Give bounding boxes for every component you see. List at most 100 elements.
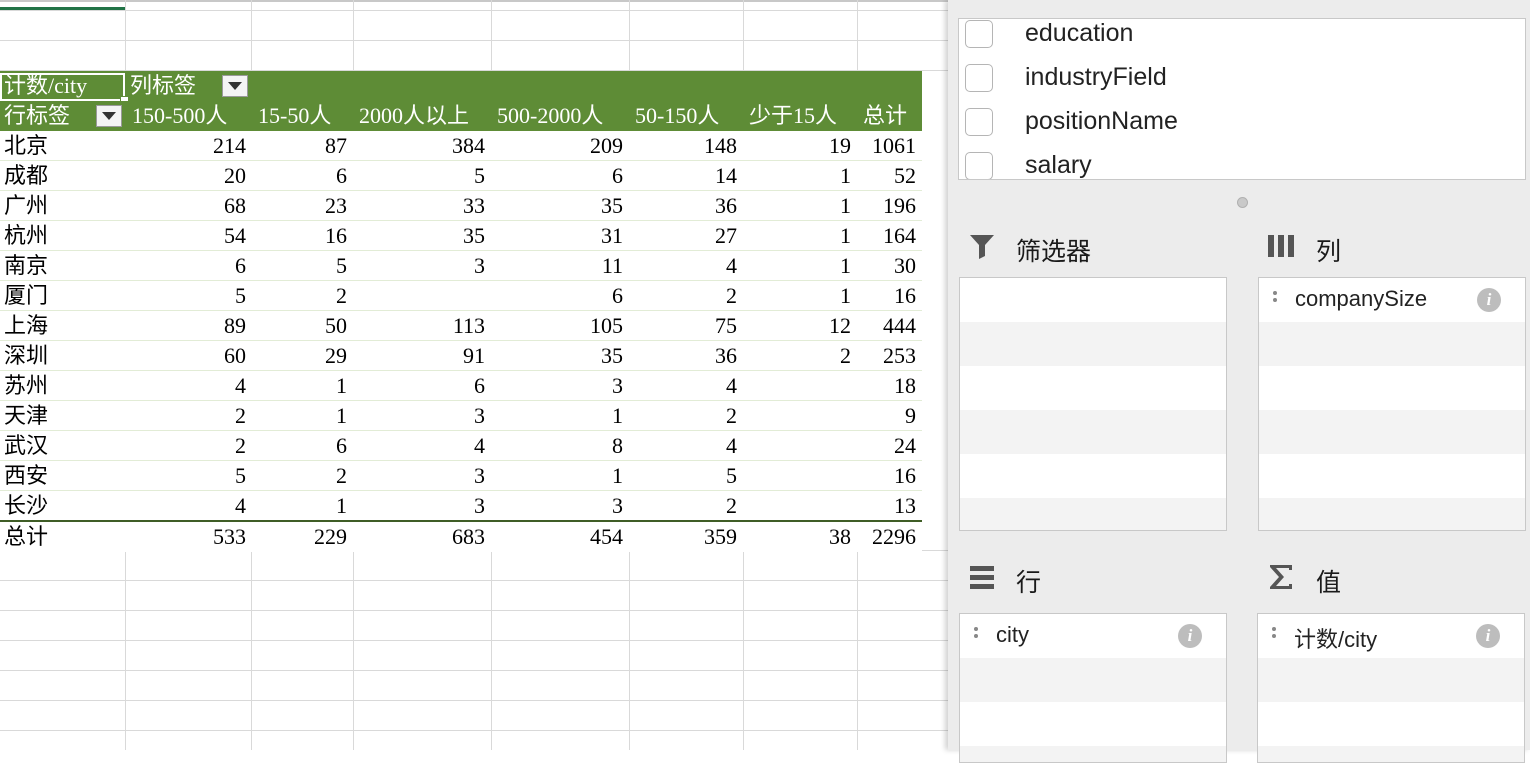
column-labels-filter-button[interactable]	[222, 75, 248, 97]
value-cell[interactable]: 29	[252, 341, 353, 371]
field-item-salary[interactable]: salary	[959, 143, 1525, 179]
row-label[interactable]: 天津	[0, 401, 126, 431]
value-cell[interactable]: 27	[629, 221, 743, 251]
row-label[interactable]: 杭州	[0, 221, 126, 251]
table-row[interactable]: 北京 214 87 384 209 148 19 1061	[0, 131, 922, 161]
value-cell[interactable]: 1	[743, 161, 857, 191]
value-cell[interactable]: 4	[126, 491, 252, 521]
table-row[interactable]: 西安 5 2 3 1 5 16	[0, 461, 922, 491]
value-cell[interactable]: 2	[629, 401, 743, 431]
value-cell[interactable]: 68	[126, 191, 252, 221]
value-cell[interactable]: 5	[252, 251, 353, 281]
value-cell[interactable]	[743, 431, 857, 461]
value-cell[interactable]: 91	[353, 341, 491, 371]
value-cell[interactable]: 105	[491, 311, 629, 341]
column-header-1[interactable]: 150-500人	[128, 101, 254, 131]
grand-total-row[interactable]: 总计 533 229 683 454 359 38 2296	[0, 522, 922, 552]
pane-splitter-handle[interactable]	[1237, 197, 1248, 208]
value-cell[interactable]: 24	[857, 431, 922, 461]
row-label[interactable]: 深圳	[0, 341, 126, 371]
value-cell[interactable]: 5	[126, 461, 252, 491]
field-list[interactable]: education industryField positionName salary	[958, 18, 1526, 180]
table-row[interactable]: 广州 68 23 33 35 36 1 196	[0, 191, 922, 221]
row-label[interactable]: 上海	[0, 311, 126, 341]
value-cell[interactable]: 2	[252, 281, 353, 311]
column-header-3[interactable]: 2000人以上	[355, 101, 493, 131]
value-cell[interactable]: 3	[353, 461, 491, 491]
field-item-positionName[interactable]: positionName	[959, 99, 1525, 143]
value-cell[interactable]: 454	[491, 522, 629, 552]
value-cell[interactable]	[743, 371, 857, 401]
value-cell[interactable]: 52	[857, 161, 922, 191]
value-cell[interactable]: 2	[126, 431, 252, 461]
value-cell[interactable]: 8	[491, 431, 629, 461]
row-label[interactable]: 西安	[0, 461, 126, 491]
table-row[interactable]: 深圳 60 29 91 35 36 2 253	[0, 341, 922, 371]
value-cell[interactable]: 3	[353, 401, 491, 431]
table-row[interactable]: 苏州 4 1 6 3 4 18	[0, 371, 922, 401]
value-cell[interactable]: 359	[629, 522, 743, 552]
drag-grip-icon[interactable]	[974, 627, 978, 641]
value-cell[interactable]: 54	[126, 221, 252, 251]
row-label[interactable]: 北京	[0, 131, 126, 161]
value-cell[interactable]: 4	[353, 431, 491, 461]
value-cell[interactable]: 13	[857, 491, 922, 521]
value-cell[interactable]: 253	[857, 341, 922, 371]
field-item-education[interactable]: education	[959, 19, 1525, 55]
value-cell[interactable]: 6	[126, 251, 252, 281]
value-cell[interactable]: 164	[857, 221, 922, 251]
filters-drop-zone[interactable]	[959, 277, 1227, 531]
columns-field-chip[interactable]: companySize i	[1259, 278, 1525, 322]
field-checkbox[interactable]	[965, 20, 993, 48]
value-cell[interactable]: 36	[629, 191, 743, 221]
info-icon[interactable]: i	[1178, 624, 1202, 648]
table-row[interactable]: 成都 20 6 5 6 14 1 52	[0, 161, 922, 191]
value-cell[interactable]: 4	[629, 431, 743, 461]
value-cell[interactable]: 196	[857, 191, 922, 221]
value-cell[interactable]: 6	[491, 281, 629, 311]
value-cell[interactable]: 38	[743, 522, 857, 552]
column-header-7[interactable]: 总计	[859, 101, 924, 131]
value-cell[interactable]: 36	[629, 341, 743, 371]
value-cell[interactable]	[353, 281, 491, 311]
value-cell[interactable]: 229	[252, 522, 353, 552]
row-label[interactable]: 成都	[0, 161, 126, 191]
value-cell[interactable]: 23	[252, 191, 353, 221]
value-cell[interactable]	[743, 461, 857, 491]
row-label[interactable]: 南京	[0, 251, 126, 281]
row-label[interactable]: 长沙	[0, 491, 126, 521]
table-row[interactable]: 天津 2 1 3 1 2 9	[0, 401, 922, 431]
value-cell[interactable]: 89	[126, 311, 252, 341]
value-cell[interactable]: 2	[629, 491, 743, 521]
value-cell[interactable]: 6	[252, 161, 353, 191]
row-label[interactable]: 总计	[0, 522, 126, 552]
value-cell[interactable]: 6	[252, 431, 353, 461]
table-row[interactable]: 上海 89 50 113 105 75 12 444	[0, 311, 922, 341]
value-cell[interactable]: 384	[353, 131, 491, 161]
value-cell[interactable]: 2	[743, 341, 857, 371]
field-checkbox[interactable]	[965, 152, 993, 179]
value-cell[interactable]	[743, 401, 857, 431]
value-cell[interactable]: 1	[743, 221, 857, 251]
rows-drop-zone[interactable]: city i	[959, 613, 1227, 763]
value-cell[interactable]: 16	[857, 461, 922, 491]
field-item-industryField[interactable]: industryField	[959, 55, 1525, 99]
spreadsheet-grid[interactable]: 计数/city 列标签 行标签 150-500人 15-50人 2000人以上 500…	[0, 0, 948, 750]
drag-grip-icon[interactable]	[1273, 291, 1277, 305]
value-cell[interactable]: 50	[252, 311, 353, 341]
value-cell[interactable]: 1	[252, 491, 353, 521]
column-header-6[interactable]: 少于15人	[745, 101, 859, 131]
value-cell[interactable]: 35	[491, 191, 629, 221]
value-cell[interactable]: 87	[252, 131, 353, 161]
field-checkbox[interactable]	[965, 108, 993, 136]
value-cell[interactable]: 4	[126, 371, 252, 401]
value-cell[interactable]: 30	[857, 251, 922, 281]
value-cell[interactable]: 214	[126, 131, 252, 161]
value-cell[interactable]: 33	[353, 191, 491, 221]
value-cell[interactable]: 1	[252, 371, 353, 401]
value-cell[interactable]: 444	[857, 311, 922, 341]
value-cell[interactable]: 12	[743, 311, 857, 341]
row-label[interactable]: 武汉	[0, 431, 126, 461]
value-cell[interactable]: 4	[629, 251, 743, 281]
value-cell[interactable]: 209	[491, 131, 629, 161]
